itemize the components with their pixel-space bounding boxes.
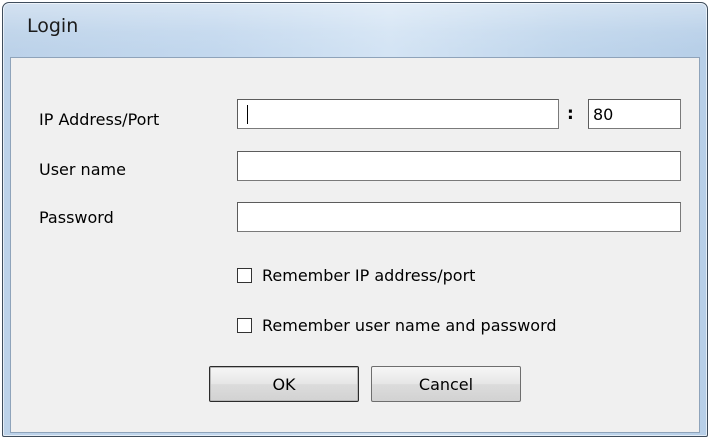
remember-ip-checkbox-box[interactable] <box>237 268 252 283</box>
text-caret <box>247 105 248 124</box>
port-separator: : <box>567 104 574 124</box>
password-label: Password <box>39 208 114 227</box>
remember-credentials-label: Remember user name and password <box>262 316 557 335</box>
remember-ip-checkbox[interactable]: Remember IP address/port <box>237 266 475 285</box>
login-dialog: Login IP Address/Port : User name Passwo… <box>2 2 708 437</box>
password-input[interactable] <box>237 202 681 232</box>
ip-port-label: IP Address/Port <box>39 110 160 129</box>
cancel-button[interactable]: Cancel <box>371 366 521 402</box>
username-input[interactable] <box>237 151 681 181</box>
remember-ip-label: Remember IP address/port <box>262 266 476 285</box>
ip-address-input[interactable] <box>237 99 559 129</box>
port-input[interactable] <box>588 99 681 129</box>
remember-credentials-checkbox[interactable]: Remember user name and password <box>237 316 557 335</box>
remember-credentials-checkbox-box[interactable] <box>237 318 252 333</box>
dialog-title: Login <box>27 15 79 37</box>
ok-button[interactable]: OK <box>209 366 359 402</box>
username-label: User name <box>39 160 126 179</box>
title-bar[interactable]: Login <box>3 3 707 51</box>
dialog-body: IP Address/Port : User name Password Rem… <box>10 57 700 433</box>
